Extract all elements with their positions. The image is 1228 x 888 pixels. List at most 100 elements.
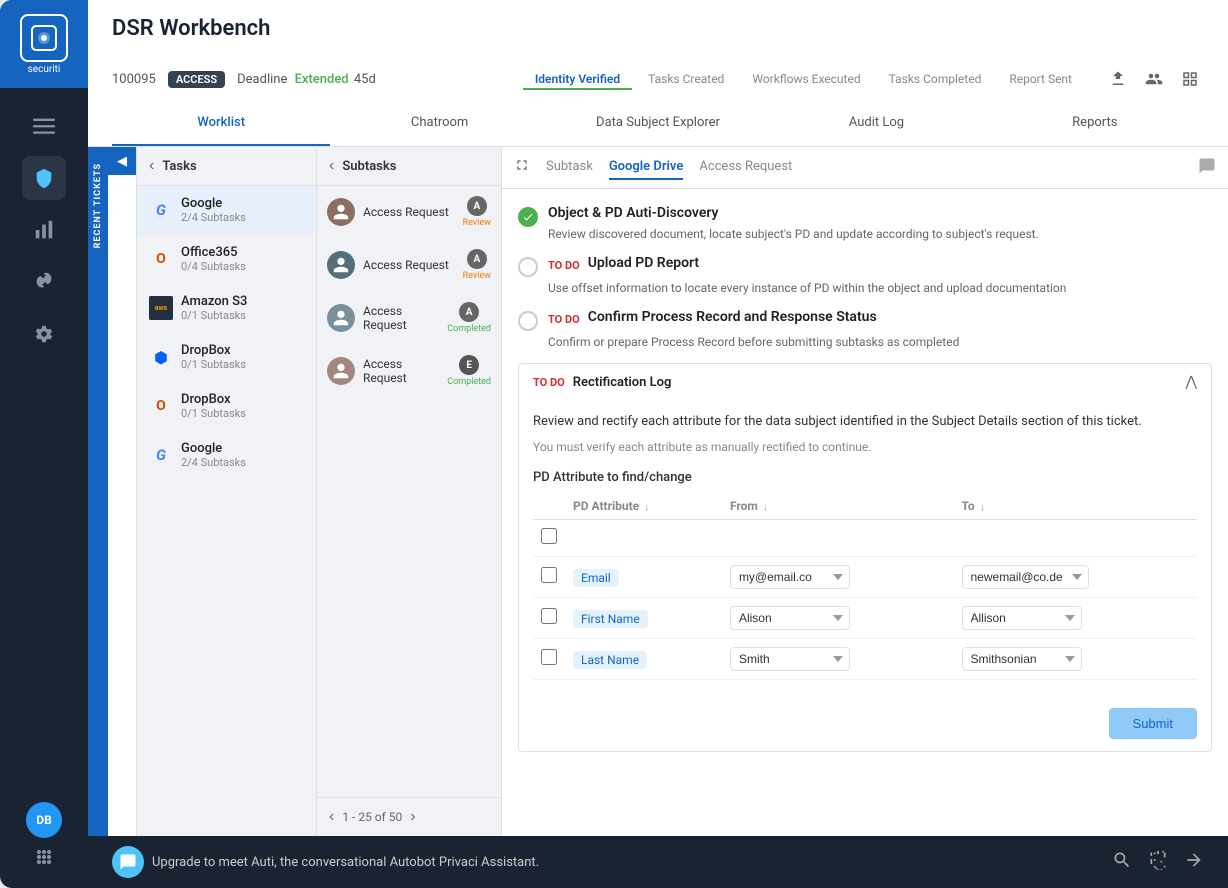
progress-tab-completed[interactable]: Tasks Completed <box>877 68 994 90</box>
settings-icon[interactable] <box>22 312 66 356</box>
users-icon[interactable] <box>1140 65 1168 93</box>
task-item-google-2[interactable]: G Google 2/4 Subtasks <box>137 431 316 480</box>
wrench-icon[interactable] <box>22 260 66 304</box>
task-check-1 <box>518 207 538 227</box>
menu-icon[interactable] <box>22 104 66 148</box>
pagination-next[interactable]: › <box>410 808 415 826</box>
header-top: DSR Workbench <box>112 16 1204 65</box>
rectification-section: TO DO Rectification Log ⋀ Review and rec… <box>518 363 1212 752</box>
recent-tickets-sidebar: RECENT TICKETS <box>88 147 108 836</box>
subtask-badge-4: E Completed <box>447 355 491 387</box>
pd-attr-sort: ↓ <box>644 502 649 513</box>
bottom-icons <box>1112 850 1204 875</box>
task-info-dropbox-1: DropBox 0/1 Subtasks <box>181 343 304 371</box>
google-logo-1: G <box>149 198 173 222</box>
subtasks-nav-back[interactable]: ‹ <box>329 157 334 175</box>
grid-dots-icon[interactable] <box>33 846 55 872</box>
from-firstname-select[interactable]: Alison <box>730 606 850 630</box>
pd-checkbox-email[interactable] <box>541 567 557 583</box>
todo-label-2: TO DO <box>548 259 580 272</box>
task-row-2: TO DO Upload PD Report Use offset inform… <box>518 255 1212 297</box>
task-row-3: TO DO Confirm Process Record and Respons… <box>518 309 1212 351</box>
comment-icon[interactable] <box>1198 157 1216 179</box>
subtab-access-request[interactable]: Access Request <box>699 155 792 180</box>
collapse-button[interactable]: ◀ <box>108 147 136 175</box>
from-lastname-select[interactable]: Smith <box>730 647 850 671</box>
pd-row-lastname: Last Name Smith Smithsonian <box>533 638 1197 679</box>
subtask-avatar-1 <box>327 198 355 226</box>
subtask-item-1[interactable]: Access Request A Review <box>317 186 501 239</box>
search-bottom-icon[interactable] <box>1112 850 1132 875</box>
task-item-google-1[interactable]: G Google 2/4 Subtasks <box>137 186 316 235</box>
subtask-avatar-3 <box>327 304 355 332</box>
tasks-nav-back[interactable]: ‹ <box>149 157 154 175</box>
download-icon[interactable] <box>1104 65 1132 93</box>
submit-button[interactable]: Submit <box>1109 708 1197 739</box>
task-item-dropbox-2[interactable]: O DropBox 0/1 Subtasks <box>137 382 316 431</box>
ticket-id: 100095 <box>112 72 156 87</box>
subtasks-panel-header: ‹ Subtasks <box>317 147 501 186</box>
subtask-info-3: Access Request <box>363 304 439 332</box>
tab-worklist[interactable]: Worklist <box>112 101 330 146</box>
todo-label-3: TO DO <box>548 313 580 326</box>
task-item-amazon-s3[interactable]: aws Amazon S3 0/1 Subtasks <box>137 284 316 333</box>
pd-checkbox-firstname[interactable] <box>541 608 557 624</box>
tab-reports[interactable]: Reports <box>986 101 1204 146</box>
to-email-select[interactable]: newemail@co.de <box>962 565 1089 589</box>
ticket-deadline-label: Deadline Extended 45d <box>237 72 376 87</box>
pd-attr-lastname: Last Name <box>573 651 647 669</box>
aws-logo: aws <box>149 296 173 320</box>
subtask-item-3[interactable]: Access Request A Completed <box>317 292 501 345</box>
pd-attr-firstname: First Name <box>573 610 648 628</box>
tasks-panel: ‹ Tasks G Google 2/4 Subtasks <box>137 147 317 836</box>
upgrade-bubble-icon <box>112 846 144 878</box>
subtask-item-4[interactable]: Access Request E Completed <box>317 345 501 398</box>
to-lastname-select[interactable]: Smithsonian <box>962 647 1082 671</box>
subtasks-pagination: ‹ 1 - 25 of 50 › <box>317 797 501 836</box>
pd-checkbox-empty[interactable] <box>541 528 557 544</box>
bottom-bar: Upgrade to meet Auti, the conversational… <box>88 836 1228 888</box>
task-item-dropbox-1[interactable]: ⬢ DropBox 0/1 Subtasks <box>137 333 316 382</box>
task-title-1: Object & PD Auti-Discovery <box>548 205 1212 221</box>
subtab-subtask[interactable]: Subtask <box>546 155 593 180</box>
arrow-right-bottom-icon[interactable] <box>1184 850 1204 875</box>
task-item-office365[interactable]: O Office365 0/4 Subtasks <box>137 235 316 284</box>
progress-tab-report[interactable]: Report Sent <box>997 68 1084 90</box>
content-area: RECENT TICKETS ◀ ‹ Tasks <box>88 147 1228 836</box>
tab-audit-log[interactable]: Audit Log <box>767 101 985 146</box>
shield-icon[interactable] <box>22 156 66 200</box>
window-icon[interactable] <box>1176 65 1204 93</box>
chevron-up-icon: ⋀ <box>1186 374 1197 390</box>
th-checkbox <box>533 493 565 520</box>
sidebar: securiti DB <box>0 0 88 888</box>
from-email-select[interactable]: my@email.co <box>730 565 850 589</box>
user-avatar[interactable]: DB <box>26 802 62 838</box>
pd-row-empty <box>533 519 1197 556</box>
task-check-3 <box>518 311 538 331</box>
progress-tab-workflows[interactable]: Workflows Executed <box>740 68 872 90</box>
progress-tab-identity[interactable]: Identity Verified <box>523 68 632 90</box>
expand-button[interactable] <box>514 157 530 178</box>
filter-bottom-icon[interactable] <box>1148 850 1168 875</box>
pd-checkbox-lastname[interactable] <box>541 649 557 665</box>
rectification-header[interactable]: TO DO Rectification Log ⋀ <box>519 364 1211 400</box>
logo-area: securiti <box>0 0 88 88</box>
deadline-days: 45d <box>354 72 376 87</box>
task-body-2: TO DO Upload PD Report Use offset inform… <box>548 255 1212 297</box>
pagination-prev[interactable]: ‹ <box>329 808 334 826</box>
to-firstname-select[interactable]: Allison <box>962 606 1082 630</box>
submit-container: Submit <box>533 692 1197 739</box>
sidebar-nav <box>22 88 66 786</box>
tab-data-subject-explorer[interactable]: Data Subject Explorer <box>549 101 767 146</box>
dropbox-logo-2: O <box>149 394 173 418</box>
tab-chatroom[interactable]: Chatroom <box>330 101 548 146</box>
pd-attr-email: Email <box>573 569 619 587</box>
subtab-google-drive[interactable]: Google Drive <box>609 155 684 180</box>
progress-tab-tasks[interactable]: Tasks Created <box>636 68 736 90</box>
subtask-item-2[interactable]: Access Request A Review <box>317 239 501 292</box>
subtask-badge-1: A Review <box>463 196 491 228</box>
chart-icon[interactable] <box>22 208 66 252</box>
task-title-3: Confirm Process Record and Response Stat… <box>588 309 877 325</box>
from-sort: ↓ <box>763 502 768 513</box>
header: DSR Workbench 100095 ACCESS Deadline Ext… <box>88 0 1228 147</box>
